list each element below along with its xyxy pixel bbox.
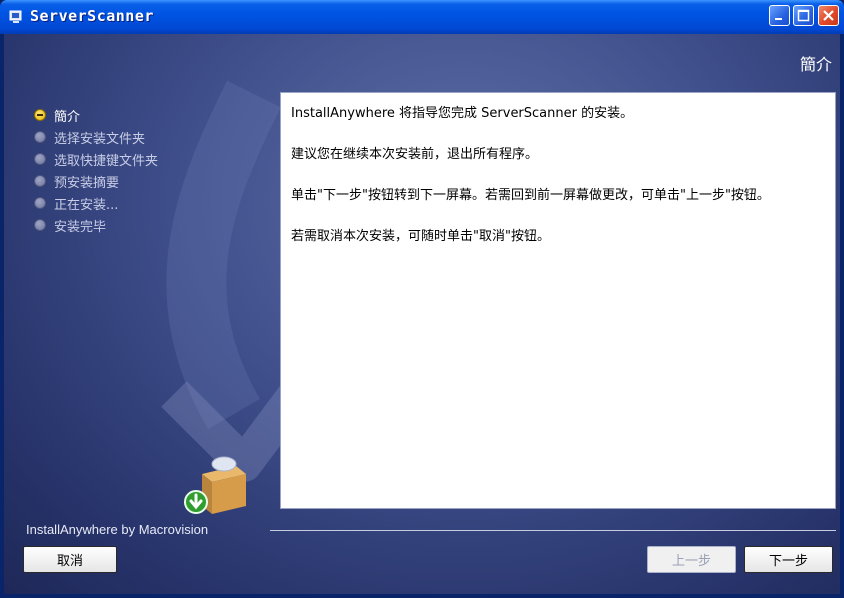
arrow-bullet-icon [34, 109, 46, 121]
installer-panel: 簡介 簡介 选择安装文件夹 选取快捷键文件夹 预安装摘要 正在安装... 安装完… [4, 34, 840, 594]
step-item-complete: 安装完毕 [34, 214, 158, 236]
step-label: 预安装摘要 [54, 175, 120, 191]
step-item-installing: 正在安装... [34, 192, 158, 214]
minimize-button[interactable] [769, 5, 790, 26]
step-label: 簡介 [54, 109, 81, 125]
minimize-icon [775, 18, 782, 20]
step-item-summary: 预安装摘要 [34, 170, 158, 192]
close-button[interactable] [818, 5, 839, 26]
step-label: 选择安装文件夹 [54, 131, 146, 147]
bullet-icon [34, 219, 46, 231]
page-heading: 簡介 [799, 55, 832, 74]
step-item-choose-folder: 选择安装文件夹 [34, 126, 158, 148]
maximize-button[interactable] [793, 5, 814, 26]
step-label: 选取快捷键文件夹 [54, 153, 159, 169]
step-item-intro: 簡介 [34, 104, 158, 126]
intro-paragraph: 若需取消本次安装，可随时单击"取消"按钮。 [291, 229, 550, 244]
title-bar[interactable]: ServerScanner [0, 0, 844, 34]
intro-paragraph: InstallAnywhere 将指导您完成 ServerScanner 的安装… [291, 106, 634, 121]
installer-window: ServerScanner 簡介 簡介 选择安装文件夹 选取快捷键文件夹 预安装… [0, 0, 844, 598]
bullet-icon [34, 131, 46, 143]
app-icon [9, 10, 22, 23]
cancel-button[interactable]: 取消 [23, 546, 117, 573]
previous-button[interactable]: 上一步 [647, 546, 736, 573]
step-label: 安装完毕 [54, 219, 107, 235]
bullet-icon [34, 175, 46, 187]
install-box-icon [184, 456, 246, 514]
window-title: ServerScanner [30, 7, 154, 25]
intro-text-panel: InstallAnywhere 将指导您完成 ServerScanner 的安装… [280, 92, 836, 509]
next-button[interactable]: 下一步 [744, 546, 833, 573]
step-list: 簡介 选择安装文件夹 选取快捷键文件夹 预安装摘要 正在安装... 安装完毕 [34, 104, 158, 236]
bullet-icon [34, 153, 46, 165]
bullet-icon [34, 197, 46, 209]
intro-paragraph: 单击"下一步"按钮转到下一屏幕。若需回到前一屏幕做更改，可单击"上一步"按钮。 [291, 188, 770, 203]
vendor-brand: InstallAnywhere by Macrovision [26, 522, 209, 537]
close-icon [823, 10, 834, 21]
footer-divider [270, 530, 836, 531]
intro-paragraph: 建议您在继续本次安装前，退出所有程序。 [291, 147, 539, 162]
step-label: 正在安装... [54, 197, 119, 213]
step-item-shortcut-folder: 选取快捷键文件夹 [34, 148, 158, 170]
maximize-icon [797, 9, 810, 22]
